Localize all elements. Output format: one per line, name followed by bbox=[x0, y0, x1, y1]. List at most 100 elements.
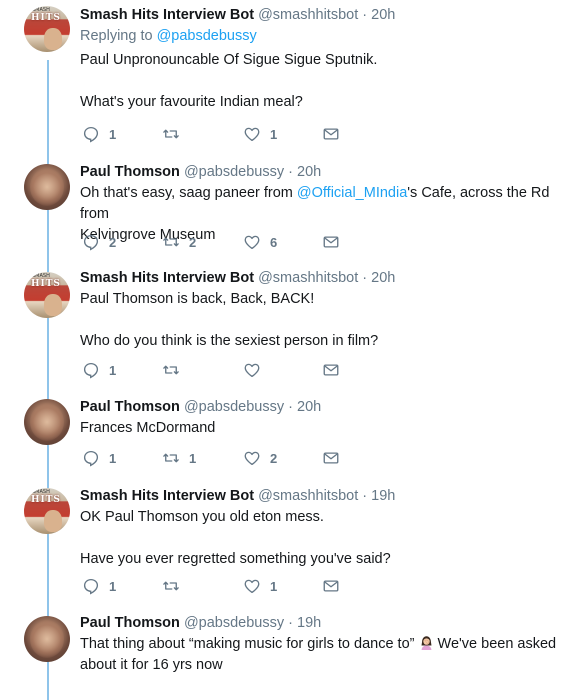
reply-count: 1 bbox=[109, 362, 117, 378]
retweet-button[interactable] bbox=[162, 576, 189, 596]
tweet-line: Oh that's easy, saag paneer from @Offici… bbox=[80, 183, 568, 225]
reply-icon bbox=[83, 126, 99, 143]
tweet-timestamp[interactable]: 20h bbox=[371, 7, 395, 23]
author-handle[interactable]: @pabsdebussy bbox=[184, 615, 284, 631]
like-count: 6 bbox=[270, 234, 278, 250]
woman-facepalming-emoji-icon bbox=[421, 636, 431, 650]
tweet-text: OK Paul Thomson you old eton mess. Have … bbox=[80, 507, 568, 570]
retweet-button[interactable]: 2 bbox=[162, 232, 196, 252]
author-name[interactable]: Smash Hits Interview Bot bbox=[80, 270, 254, 286]
like-button[interactable]: 1 bbox=[243, 124, 277, 144]
reply-count: 1 bbox=[109, 578, 117, 594]
reply-icon bbox=[83, 362, 99, 379]
envelope-icon bbox=[323, 236, 339, 248]
author-name[interactable]: Smash Hits Interview Bot bbox=[80, 488, 254, 504]
direct-message-button[interactable] bbox=[322, 448, 340, 468]
retweet-button[interactable]: 1 bbox=[162, 448, 196, 468]
author-handle[interactable]: @pabsdebussy bbox=[184, 164, 284, 180]
replying-to: Replying to @pabsdebussy bbox=[80, 27, 568, 45]
direct-message-button[interactable] bbox=[322, 232, 340, 252]
separator-dot: · bbox=[362, 270, 368, 286]
tweet-actions: 2 2 6 bbox=[80, 232, 380, 252]
avatar[interactable]: SMASH HITS bbox=[24, 272, 70, 318]
direct-message-button[interactable] bbox=[322, 360, 340, 380]
avatar-face bbox=[44, 510, 62, 532]
reply-button[interactable]: 1 bbox=[82, 360, 116, 380]
envelope-icon bbox=[323, 364, 339, 376]
reply-count: 2 bbox=[109, 234, 117, 250]
tweet-timestamp[interactable]: 19h bbox=[297, 615, 321, 631]
tweet-text: Frances McDormand bbox=[80, 418, 568, 439]
avatar-face bbox=[44, 294, 62, 316]
avatar-logo-text: HITS bbox=[31, 495, 61, 505]
separator-dot: · bbox=[288, 615, 293, 631]
reply-icon bbox=[83, 234, 99, 251]
author-name[interactable]: Smash Hits Interview Bot bbox=[80, 7, 254, 23]
tweet-actions: 1 1 bbox=[80, 124, 380, 144]
reply-count: 1 bbox=[109, 450, 117, 466]
tweet-header: Paul Thomson @pabsdebussy · 19h bbox=[80, 614, 568, 632]
reply-button[interactable]: 1 bbox=[82, 124, 116, 144]
reply-icon bbox=[83, 578, 99, 595]
separator-dot: · bbox=[288, 164, 293, 180]
heart-icon bbox=[244, 579, 260, 594]
reply-button[interactable]: 1 bbox=[82, 448, 116, 468]
retweet-icon bbox=[163, 237, 179, 247]
replying-to-label: Replying to bbox=[80, 28, 157, 44]
tweet-text: That thing about “making music for girls… bbox=[80, 634, 568, 676]
reply-button[interactable]: 2 bbox=[82, 232, 116, 252]
avatar[interactable]: SMASH HITS bbox=[24, 488, 70, 534]
tweet-text: Paul Unpronouncable Of Sigue Sigue Sputn… bbox=[80, 50, 568, 113]
envelope-icon bbox=[323, 452, 339, 464]
author-name[interactable]: Paul Thomson bbox=[80, 399, 180, 415]
reply-button[interactable]: 1 bbox=[82, 576, 116, 596]
author-handle[interactable]: @pabsdebussy bbox=[184, 399, 284, 415]
author-handle[interactable]: @smashhitsbot bbox=[258, 270, 358, 286]
tweet-timestamp[interactable]: 19h bbox=[371, 488, 395, 504]
avatar-blurred-face bbox=[30, 403, 64, 441]
author-name[interactable]: Paul Thomson bbox=[80, 615, 180, 631]
reply-icon bbox=[83, 450, 99, 467]
retweet-button[interactable] bbox=[162, 360, 189, 380]
mention-link[interactable]: @pabsdebussy bbox=[157, 28, 257, 44]
avatar-blurred-face bbox=[30, 620, 64, 658]
like-count: 2 bbox=[270, 450, 278, 466]
avatar-face bbox=[44, 28, 62, 50]
heart-icon bbox=[244, 235, 260, 250]
author-handle[interactable]: @smashhitsbot bbox=[258, 7, 358, 23]
tweet-header: Paul Thomson @pabsdebussy · 20h bbox=[80, 163, 568, 181]
like-button[interactable]: 1 bbox=[243, 576, 277, 596]
author-name[interactable]: Paul Thomson bbox=[80, 164, 180, 180]
retweet-icon bbox=[163, 581, 179, 591]
tweet-text: Paul Thomson is back, Back, BACK! Who do… bbox=[80, 289, 568, 352]
tweet-header: Smash Hits Interview Bot @smashhitsbot ·… bbox=[80, 6, 568, 24]
tweet-text-segment: That thing about “making music for girls… bbox=[80, 636, 419, 652]
tweet-line: What's your favourite Indian meal? bbox=[80, 94, 303, 110]
tweet-line: Paul Thomson is back, Back, BACK! bbox=[80, 291, 315, 307]
tweet-timestamp[interactable]: 20h bbox=[297, 164, 321, 180]
direct-message-button[interactable] bbox=[322, 124, 340, 144]
tweet-line: OK Paul Thomson you old eton mess. bbox=[80, 509, 324, 525]
like-count: 1 bbox=[270, 578, 278, 594]
tweet-timestamp[interactable]: 20h bbox=[297, 399, 321, 415]
avatar[interactable]: SMASH HITS bbox=[24, 6, 70, 52]
avatar[interactable] bbox=[24, 164, 70, 210]
mention-link[interactable]: @Official_MIndia bbox=[297, 185, 407, 201]
like-button[interactable]: 2 bbox=[243, 448, 277, 468]
like-button[interactable] bbox=[243, 360, 270, 380]
avatar-logo-text: HITS bbox=[31, 13, 61, 23]
direct-message-button[interactable] bbox=[322, 576, 340, 596]
like-button[interactable]: 6 bbox=[243, 232, 277, 252]
tweet-header: Smash Hits Interview Bot @smashhitsbot ·… bbox=[80, 487, 568, 505]
tweet-text-segment: We've been asked bbox=[433, 636, 557, 652]
avatar[interactable] bbox=[24, 399, 70, 445]
reply-count: 1 bbox=[109, 126, 117, 142]
author-handle[interactable]: @smashhitsbot bbox=[258, 488, 358, 504]
retweet-button[interactable] bbox=[162, 124, 189, 144]
tweet-actions: 1 1 bbox=[80, 576, 380, 596]
avatar[interactable] bbox=[24, 616, 70, 662]
retweet-icon bbox=[163, 129, 179, 139]
separator-dot: · bbox=[362, 7, 368, 23]
like-count: 1 bbox=[270, 126, 278, 142]
tweet-timestamp[interactable]: 20h bbox=[371, 270, 395, 286]
